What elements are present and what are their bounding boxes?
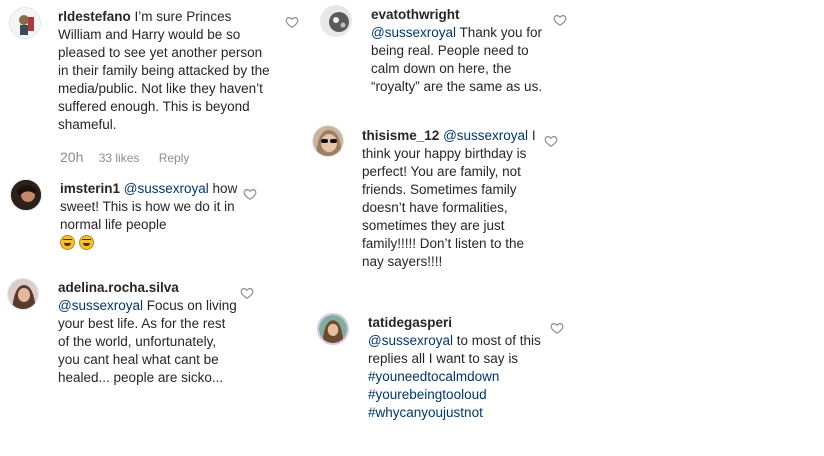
heart-outline-icon[interactable] (285, 15, 299, 29)
avatar[interactable] (312, 125, 344, 157)
comment-mention[interactable]: @sussexroyal (124, 181, 209, 196)
comment-likes[interactable]: 33 likes (99, 151, 140, 165)
heart-outline-icon[interactable] (553, 13, 567, 27)
comment-mention[interactable]: @sussexroyal (368, 333, 453, 348)
grinning-squint-face-emoji (79, 235, 94, 250)
hashtag-link[interactable]: #yourebeingtooloud (368, 387, 487, 402)
comment-username[interactable]: thisisme_12 (362, 128, 439, 143)
avatar[interactable] (317, 313, 349, 345)
comment-mention[interactable]: @sussexroyal (443, 128, 528, 143)
comment-body: adelina.rocha.silva @sussexroyal Focus o… (58, 279, 238, 387)
comment-text: I think your happy birthday is perfect! … (362, 128, 536, 269)
comment-meta: 20h 33 likes Reply (60, 149, 189, 165)
avatar-image (11, 180, 41, 210)
hashtag-link[interactable]: #whycanyoujustnot (368, 405, 483, 420)
comment-body: imsterin1 @sussexroyal how sweet! This i… (60, 180, 238, 252)
comment-body: thisisme_12 @sussexroyal I think your ha… (362, 127, 536, 271)
comment-time[interactable]: 20h (60, 149, 83, 165)
comment-mention[interactable]: @sussexroyal (58, 298, 143, 313)
heart-outline-icon[interactable] (544, 134, 558, 148)
comment-username[interactable]: tatidegasperi (368, 315, 452, 330)
comment-username[interactable]: evatothwright (371, 7, 460, 22)
avatar-image (319, 315, 347, 343)
avatar[interactable] (9, 7, 41, 39)
avatar-image (10, 8, 40, 38)
comment-body: tatidegasperi @sussexroyal to most of th… (368, 314, 542, 422)
comment-text: I’m sure Princes William and Harry would… (58, 9, 270, 132)
heart-outline-icon[interactable] (240, 286, 254, 300)
heart-outline-icon[interactable] (550, 321, 564, 335)
avatar-image (8, 279, 38, 309)
comment-username[interactable]: rldestefano (58, 9, 131, 24)
grinning-squint-face-emoji (60, 235, 75, 250)
reply-button[interactable]: Reply (159, 151, 190, 165)
avatar-image (321, 6, 351, 36)
comment-body: evatothwright @sussexroyal Thank you for… (371, 6, 543, 96)
comment-username[interactable]: adelina.rocha.silva (58, 280, 179, 295)
comment-body: rldestefano I’m sure Princes William and… (58, 8, 273, 134)
hashtag-link[interactable]: #youneedtocalmdown (368, 369, 499, 384)
comment-username[interactable]: imsterin1 (60, 181, 120, 196)
heart-outline-icon[interactable] (243, 187, 257, 201)
avatar-image (313, 126, 343, 156)
comment-mention[interactable]: @sussexroyal (371, 25, 456, 40)
avatar[interactable] (10, 179, 42, 211)
avatar[interactable] (320, 5, 352, 37)
avatar[interactable] (7, 278, 39, 310)
